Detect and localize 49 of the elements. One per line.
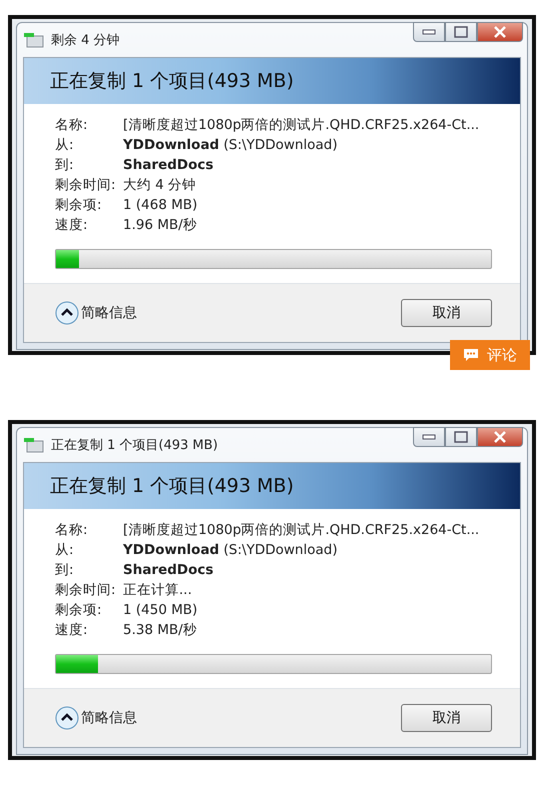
- detail-label: 到:: [55, 561, 75, 580]
- close-button[interactable]: [477, 427, 523, 447]
- detail-label: 剩余时间:: [55, 581, 117, 600]
- detail-value: YDDownload (S:\YDDownload): [123, 541, 338, 560]
- detail-value: 1.96 MB/秒: [123, 216, 198, 235]
- detail-value: 1 (450 MB): [123, 601, 198, 620]
- detail-value: 正在计算...: [123, 581, 193, 600]
- maximize-icon: [454, 26, 468, 38]
- window-title: 剩余 4 分钟: [51, 32, 120, 49]
- speech-bubble-icon: [463, 348, 479, 362]
- chevron-up-icon: [55, 301, 79, 325]
- cancel-button[interactable]: 取消: [401, 299, 492, 327]
- details-toggle[interactable]: 简略信息: [55, 706, 137, 730]
- window-title: 正在复制 1 个项目(493 MB): [51, 437, 218, 454]
- maximize-button[interactable]: [445, 22, 477, 42]
- detail-value: SharedDocs: [123, 561, 214, 580]
- detail-value: 5.38 MB/秒: [123, 621, 198, 640]
- cancel-button[interactable]: 取消: [401, 704, 492, 732]
- detail-label: 剩余时间:: [55, 176, 117, 195]
- dialog-heading: 正在复制 1 个项目(493 MB): [24, 463, 520, 509]
- minimize-icon: [422, 29, 436, 35]
- chevron-up-icon: [55, 706, 79, 730]
- copy-icon: [23, 32, 45, 48]
- maximize-button[interactable]: [445, 427, 477, 447]
- detail-value: 1 (468 MB): [123, 196, 198, 215]
- detail-label: 从:: [55, 136, 75, 155]
- detail-label: 从:: [55, 541, 75, 560]
- detail-value: [清晰度超过1080p两倍的测试片.QHD.CRF25.x264-Ct...: [123, 116, 480, 135]
- minimize-icon: [422, 434, 436, 440]
- close-icon: [493, 431, 507, 443]
- close-icon: [493, 26, 507, 38]
- detail-value: 大约 4 分钟: [123, 176, 198, 195]
- minimize-button[interactable]: [413, 427, 445, 447]
- detail-label: 速度:: [55, 621, 89, 640]
- detail-label: 名称:: [55, 521, 89, 540]
- dialog-heading: 正在复制 1 个项目(493 MB): [24, 58, 520, 104]
- detail-label: 速度:: [55, 216, 89, 235]
- detail-label: 名称:: [55, 116, 89, 135]
- detail-value: YDDownload (S:\YDDownload): [123, 136, 338, 155]
- minimize-button[interactable]: [413, 22, 445, 42]
- detail-value: SharedDocs: [123, 156, 214, 175]
- detail-value: [清晰度超过1080p两倍的测试片.QHD.CRF25.x264-Ct...: [123, 521, 480, 540]
- detail-label: 剩余项:: [55, 196, 103, 215]
- detail-label: 剩余项:: [55, 601, 103, 620]
- maximize-icon: [454, 431, 468, 443]
- details-toggle[interactable]: 简略信息: [55, 301, 137, 325]
- detail-label: 到:: [55, 156, 75, 175]
- copy-icon: [23, 437, 45, 453]
- close-button[interactable]: [477, 22, 523, 42]
